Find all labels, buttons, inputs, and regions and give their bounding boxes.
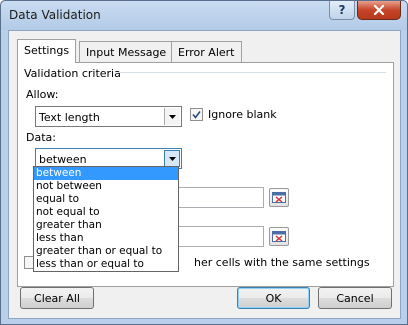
close-button[interactable] (357, 1, 401, 20)
close-icon (373, 5, 385, 15)
title-bar[interactable]: Data Validation ? (1, 1, 407, 30)
help-icon: ? (338, 3, 346, 17)
ignore-blank-checkbox[interactable] (190, 108, 203, 121)
allow-select[interactable]: Text length (35, 106, 182, 127)
tab-settings[interactable]: Settings (17, 39, 77, 63)
dropdown-option-between[interactable]: between (34, 167, 178, 180)
ignore-blank-label[interactable]: Ignore blank (208, 108, 277, 121)
dropdown-option-less-or-equal[interactable]: less than or equal to (34, 258, 178, 271)
dropdown-option-greater-or-equal[interactable]: greater than or equal to (34, 245, 178, 258)
window-title: Data Validation (9, 8, 101, 22)
ok-button[interactable]: OK (237, 287, 310, 309)
allow-dropdown-arrow[interactable] (164, 108, 180, 125)
allow-label: Allow: (26, 88, 59, 101)
data-dropdown-list[interactable]: between not between equal to not equal t… (33, 166, 179, 272)
data-select-value: between (39, 153, 87, 166)
tab-error-alert-label: Error Alert (178, 46, 235, 59)
tab-input-message[interactable]: Input Message (79, 41, 174, 62)
cancel-label: Cancel (336, 291, 374, 305)
dropdown-option-less-than[interactable]: less than (34, 232, 178, 245)
data-validation-dialog: Data Validation ? Settings Input Message… (0, 0, 408, 325)
ok-label: OK (265, 291, 282, 305)
chevron-down-icon (168, 156, 176, 161)
help-button[interactable]: ? (329, 1, 355, 20)
tab-input-message-label: Input Message (86, 46, 167, 59)
cancel-button[interactable]: Cancel (318, 287, 392, 309)
tab-error-alert[interactable]: Error Alert (171, 41, 242, 62)
tab-settings-label: Settings (24, 44, 70, 57)
clear-all-button[interactable]: Clear All (20, 287, 94, 309)
checkmark-icon (192, 111, 201, 119)
dropdown-option-equal-to[interactable]: equal to (34, 193, 178, 206)
data-dropdown-arrow[interactable] (164, 150, 180, 167)
clear-all-label: Clear All (34, 291, 80, 305)
allow-select-value: Text length (39, 111, 100, 124)
dropdown-option-greater-than[interactable]: greater than (34, 219, 178, 232)
validation-criteria-heading: Validation criteria (24, 67, 121, 80)
minimum-range-button[interactable] (269, 188, 289, 207)
chevron-down-icon (169, 114, 176, 119)
dropdown-option-not-equal-to[interactable]: not equal to (34, 206, 178, 219)
apply-to-all-label[interactable]: her cells with the same settings (194, 256, 370, 269)
range-select-icon (272, 231, 286, 242)
maximum-range-button[interactable] (269, 227, 289, 246)
dropdown-option-not-between[interactable]: not between (34, 180, 178, 193)
data-label: Data: (26, 131, 56, 144)
section-divider (118, 72, 386, 73)
range-select-icon (272, 192, 286, 203)
